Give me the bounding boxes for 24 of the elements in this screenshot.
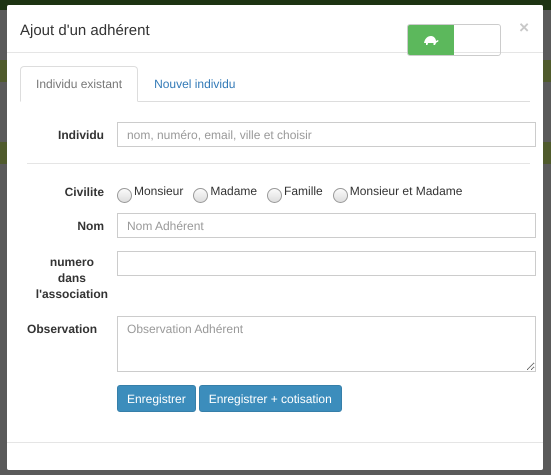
radio-option[interactable]: Famille xyxy=(267,184,323,203)
field-label: Nom xyxy=(76,218,104,234)
tab[interactable]: Individu existant xyxy=(20,66,138,102)
save-button[interactable]: Enregistrer + cotisation xyxy=(198,385,342,412)
modal-title: Ajout d'un adhérent xyxy=(20,22,151,39)
radio-button[interactable] xyxy=(117,188,132,203)
radio-button[interactable] xyxy=(332,188,348,203)
turtle-icon xyxy=(423,36,440,44)
field-label: numero dans l'association xyxy=(36,254,108,302)
field-label: Individu xyxy=(57,126,104,142)
text-field[interactable]: Nom Adhérent xyxy=(117,213,536,238)
field-label: Civilite xyxy=(64,184,104,200)
radio-option[interactable]: Monsieur et Madame xyxy=(332,184,462,203)
save-button[interactable]: Enregistrer xyxy=(117,385,196,412)
radio-button[interactable] xyxy=(267,188,282,203)
individu-search-field[interactable]: nom, numéro, email, ville et choisir xyxy=(117,122,536,147)
tab[interactable]: Nouvel individu xyxy=(138,66,252,102)
text-area[interactable]: Observation Adhérent xyxy=(117,316,536,372)
radio-option[interactable]: Monsieur xyxy=(117,184,184,203)
radio-button[interactable] xyxy=(193,188,208,203)
text-field[interactable] xyxy=(117,251,536,276)
radio-option[interactable]: Madame xyxy=(193,184,258,203)
field-label: Observation xyxy=(27,321,98,337)
toggle-switch[interactable] xyxy=(407,24,502,56)
